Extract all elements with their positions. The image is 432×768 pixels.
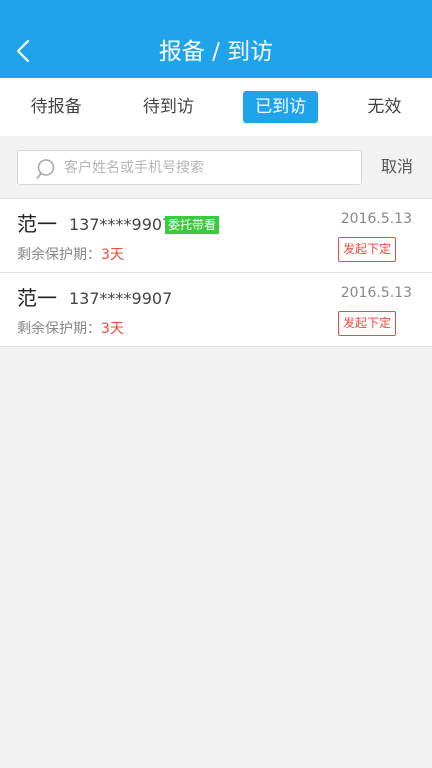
customer-phone: 137****9907 — [69, 215, 173, 234]
status-badge: 委托带看 — [165, 216, 220, 234]
protection-label: 剩余保护期： — [17, 321, 101, 337]
app-header: 报备 / 到访 — [0, 0, 432, 78]
customer-phone: 137****9907 — [69, 289, 173, 308]
list-item[interactable]: 范一 137****9907 委托带看 剩余保护期：3天 2016.5.13 发… — [0, 199, 432, 273]
initiate-deposit-button[interactable]: 发起下定 — [338, 237, 396, 262]
tab-invalid[interactable]: 无效 — [355, 91, 413, 123]
protection-period: 剩余保护期：3天 — [17, 319, 124, 339]
protection-days: 3天 — [101, 321, 124, 337]
cancel-button[interactable]: 取消 — [372, 154, 422, 180]
search-box[interactable] — [17, 150, 362, 185]
customer-list: 范一 137****9907 委托带看 剩余保护期：3天 2016.5.13 发… — [0, 198, 432, 347]
initiate-deposit-button[interactable]: 发起下定 — [338, 311, 396, 336]
protection-label: 剩余保护期： — [17, 247, 101, 263]
search-input[interactable] — [64, 151, 354, 184]
status-tabs: 待报备 待到访 已到访 无效 — [0, 78, 432, 136]
search-bar: 取消 — [0, 136, 432, 198]
customer-name: 范一 — [17, 286, 57, 310]
tab-visited[interactable]: 已到访 — [243, 91, 319, 123]
tab-pending-visit[interactable]: 待到访 — [131, 91, 206, 123]
page-title: 报备 / 到访 — [158, 39, 274, 65]
customer-name: 范一 — [17, 212, 57, 236]
list-item[interactable]: 范一 137****9907 剩余保护期：3天 2016.5.13 发起下定 — [0, 273, 432, 347]
tab-pending-report[interactable]: 待报备 — [19, 91, 94, 123]
visit-date: 2016.5.13 — [340, 285, 412, 301]
protection-days: 3天 — [101, 247, 124, 263]
visit-date: 2016.5.13 — [340, 211, 412, 227]
protection-period: 剩余保护期：3天 — [17, 245, 124, 265]
search-icon — [36, 159, 55, 179]
